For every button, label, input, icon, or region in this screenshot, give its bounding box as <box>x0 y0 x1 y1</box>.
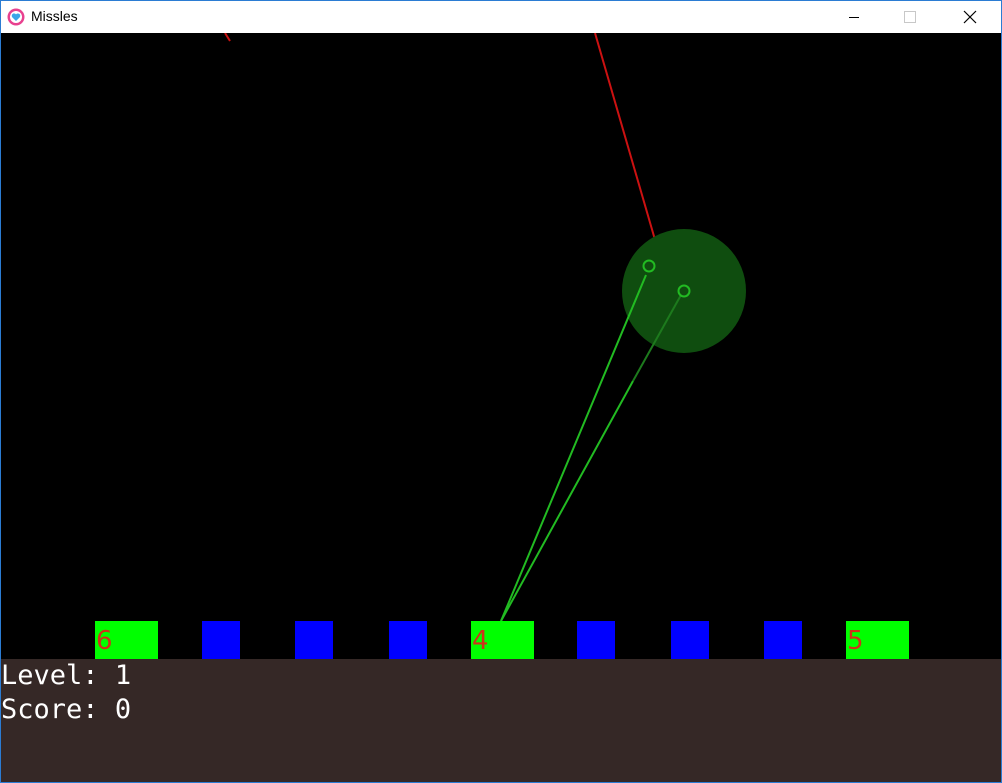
close-icon <box>963 10 977 24</box>
missile-battery[interactable] <box>295 621 333 659</box>
game-canvas[interactable]: 6 4 5 <box>1 33 1001 659</box>
explosion <box>622 229 746 353</box>
maximize-icon <box>904 11 916 23</box>
score-readout: Score: 0 <box>1 695 131 725</box>
minimize-button[interactable] <box>831 1 877 33</box>
maximize-button[interactable] <box>887 1 933 33</box>
close-button[interactable] <box>947 1 993 33</box>
missile-battery[interactable] <box>389 621 427 659</box>
score-value: 0 <box>114 694 132 725</box>
missile-battery[interactable] <box>202 621 240 659</box>
defense-missile-trail <box>500 274 647 622</box>
enemy-missile-trail <box>224 33 231 42</box>
score-label: Score: <box>1 694 99 725</box>
minimize-icon <box>848 11 860 23</box>
level-value: 1 <box>114 660 132 691</box>
window-title: Missles <box>31 8 78 24</box>
level-label: Level: <box>1 660 99 691</box>
enemy-missile-trail <box>594 33 661 258</box>
missile-battery[interactable] <box>671 621 709 659</box>
hud-panel: Level: 1 Score: 0 <box>1 659 1001 782</box>
missile-battery[interactable] <box>577 621 615 659</box>
city-missile-count: 5 <box>847 626 864 656</box>
heart-app-icon <box>7 8 25 26</box>
defense-missile-trail <box>500 380 634 622</box>
level-readout: Level: 1 <box>1 661 131 691</box>
city-missile-count: 6 <box>96 626 113 656</box>
missile-battery[interactable] <box>764 621 802 659</box>
city-missile-count: 4 <box>472 626 489 656</box>
title-bar[interactable]: Missles <box>1 1 1001 33</box>
game-window: Missles 6 4 5 Level: 1 Score: 0 <box>0 0 1002 783</box>
